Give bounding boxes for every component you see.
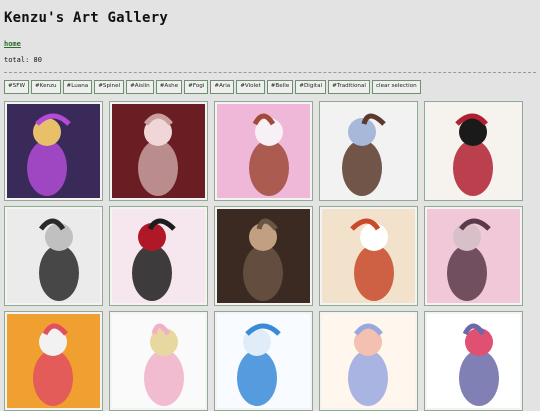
tag-kenzu[interactable]: #Kenzu [31, 80, 61, 94]
thumb-doodle-collage [427, 313, 520, 408]
page: Kenzu's Art Gallery home total: 80 #SFW #… [0, 0, 540, 411]
tag-fogi[interactable]: #Fogi [184, 80, 209, 94]
gallery-item[interactable] [424, 205, 523, 306]
tag-luana[interactable]: #Luana [62, 80, 93, 94]
gallery-item[interactable] [424, 310, 523, 411]
thumb-pastel-sketch-girl [112, 313, 205, 408]
total-count: total: 80 [4, 56, 42, 64]
divider [4, 72, 536, 73]
tag-traditional[interactable]: #Traditional [328, 80, 370, 94]
thumb-bedroom-scene [427, 208, 520, 303]
gallery-item[interactable] [4, 100, 103, 201]
thumb-purple-hair-character [7, 103, 100, 198]
thumb-blue-glasses-sketch [217, 313, 310, 408]
clear-selection-button[interactable]: clear selection [371, 80, 421, 94]
gallery-item[interactable] [214, 310, 313, 411]
gallery-item[interactable] [319, 310, 418, 411]
gallery-item[interactable] [214, 100, 313, 201]
tag-spinel[interactable]: #Spinel [94, 80, 125, 94]
home-link[interactable]: home [4, 40, 21, 48]
thumb-reclining-figures [112, 103, 205, 198]
gallery-item[interactable] [109, 310, 208, 411]
thumb-horned-red-hair-girl [112, 208, 205, 303]
thumb-red-black-character [427, 103, 520, 198]
thumb-dark-hyena-character [7, 208, 100, 303]
gallery-item[interactable] [4, 205, 103, 306]
thumb-library-couple [217, 208, 310, 303]
thumb-two-furry-characters [217, 103, 310, 198]
tag-sfw[interactable]: #SFW [4, 80, 29, 94]
thumb-human-and-fox [322, 103, 415, 198]
tag-digital[interactable]: #Digital [295, 80, 327, 94]
tag-ashe[interactable]: #Ashe [155, 80, 183, 94]
thumb-white-fox-sketch [322, 208, 415, 303]
gallery-item[interactable] [319, 205, 418, 306]
gallery-grid [4, 100, 536, 411]
tag-aria[interactable]: #Aria [210, 80, 235, 94]
gallery-item[interactable] [4, 310, 103, 411]
gallery-item[interactable] [214, 205, 313, 306]
tag-belle[interactable]: #Belle [266, 80, 294, 94]
thumb-hugging-pair [322, 313, 415, 408]
tag-aislin[interactable]: #Aislin [126, 80, 154, 94]
gallery-item[interactable] [109, 205, 208, 306]
tag-filter-bar: #SFW #Kenzu #Luana #Spinel #Aislin #Ashe #Fogi… [4, 80, 536, 94]
page-title: Kenzu's Art Gallery [4, 10, 168, 26]
thumb-winged-sunset-girl [7, 313, 100, 408]
gallery-item[interactable] [424, 100, 523, 201]
tag-violet[interactable]: #Violet [236, 80, 265, 94]
gallery-item[interactable] [319, 100, 418, 201]
gallery-item[interactable] [109, 100, 208, 201]
